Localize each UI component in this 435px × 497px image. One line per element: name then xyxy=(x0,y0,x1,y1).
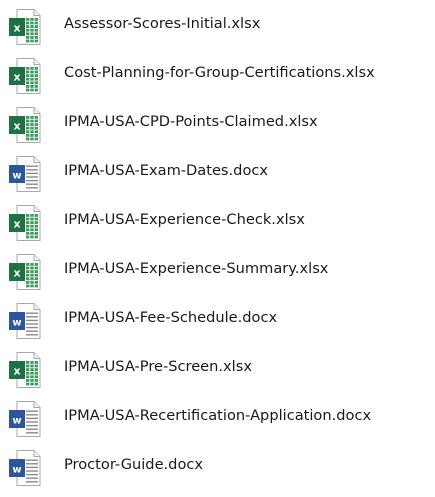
file-name: Cost-Planning-for-Group-Certifications.x… xyxy=(64,64,375,81)
file-name: IPMA-USA-Exam-Dates.docx xyxy=(64,162,269,179)
file-row[interactable]: w IPMA-USA-Recertification-Application.d… xyxy=(0,397,435,437)
svg-text:x: x xyxy=(13,120,20,133)
svg-text:x: x xyxy=(13,365,20,378)
file-name: Assessor-Scores-Initial.xlsx xyxy=(64,15,261,32)
file-name: IPMA-USA-Experience-Check.xlsx xyxy=(64,211,305,228)
excel-file-icon: x xyxy=(8,253,42,291)
excel-file-icon: x xyxy=(8,106,42,144)
file-name: IPMA-USA-Fee-Schedule.docx xyxy=(64,309,278,326)
file-row[interactable]: x IPMA-USA-Pre-Screen.xlsx xyxy=(0,348,435,388)
excel-file-icon: x xyxy=(8,204,42,242)
file-row[interactable]: w IPMA-USA-Fee-Schedule.docx xyxy=(0,299,435,339)
word-file-icon: w xyxy=(8,449,42,487)
file-row[interactable]: x Cost-Planning-for-Group-Certifications… xyxy=(0,54,435,94)
file-row[interactable]: w Proctor-Guide.docx xyxy=(0,446,435,486)
file-row[interactable]: x IPMA-USA-Experience-Summary.xlsx xyxy=(0,250,435,290)
file-name: IPMA-USA-Recertification-Application.doc… xyxy=(64,407,372,424)
file-row[interactable]: x IPMA-USA-CPD-Points-Claimed.xlsx xyxy=(0,103,435,143)
file-name: IPMA-USA-Pre-Screen.xlsx xyxy=(64,358,252,375)
svg-text:x: x xyxy=(13,267,20,280)
svg-text:w: w xyxy=(12,465,21,476)
svg-text:w: w xyxy=(12,318,21,329)
word-file-icon: w xyxy=(8,302,42,340)
file-row[interactable]: x IPMA-USA-Experience-Check.xlsx xyxy=(0,201,435,241)
file-name: Proctor-Guide.docx xyxy=(64,456,204,473)
file-list: x Assessor-Scores-Initial.xlsx x Cost-Pl… xyxy=(0,0,435,497)
svg-text:x: x xyxy=(13,22,20,35)
svg-text:x: x xyxy=(13,71,20,84)
excel-file-icon: x xyxy=(8,351,42,389)
word-file-icon: w xyxy=(8,155,42,193)
svg-text:x: x xyxy=(13,218,20,231)
file-row[interactable]: x Assessor-Scores-Initial.xlsx xyxy=(0,5,435,45)
file-name: IPMA-USA-CPD-Points-Claimed.xlsx xyxy=(64,113,318,130)
svg-text:w: w xyxy=(12,171,21,182)
file-row[interactable]: w IPMA-USA-Exam-Dates.docx xyxy=(0,152,435,192)
excel-file-icon: x xyxy=(8,57,42,95)
svg-text:w: w xyxy=(12,416,21,427)
file-name: IPMA-USA-Experience-Summary.xlsx xyxy=(64,260,329,277)
word-file-icon: w xyxy=(8,400,42,438)
excel-file-icon: x xyxy=(8,8,42,46)
